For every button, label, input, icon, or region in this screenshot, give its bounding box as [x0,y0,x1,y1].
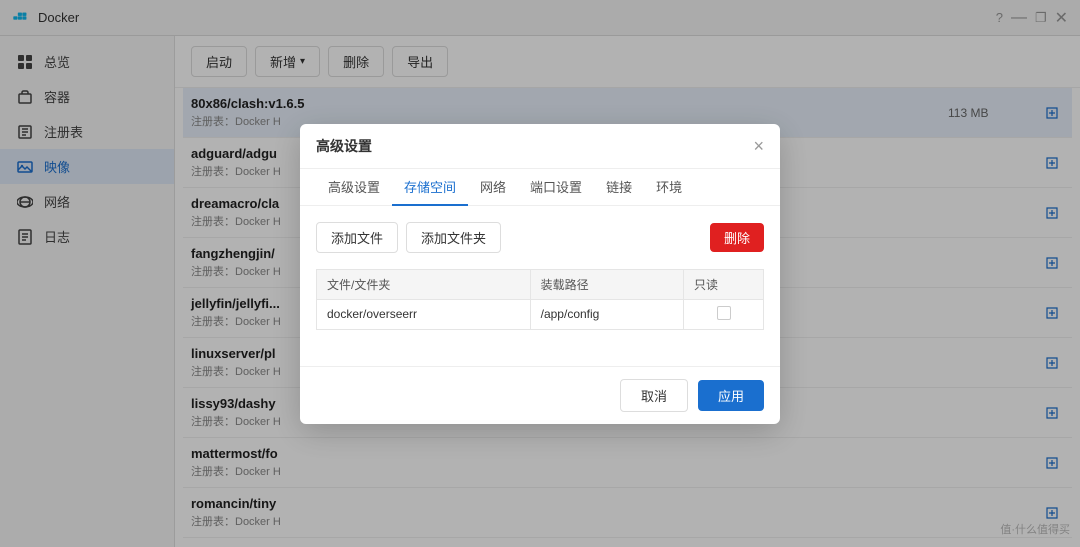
apply-button[interactable]: 应用 [698,380,764,411]
storage-readonly-0[interactable] [684,299,764,329]
dialog-tabs: 高级设置 存储空间 网络 端口设置 链接 环境 [300,169,780,206]
dialog-close-button[interactable]: × [753,137,764,155]
storage-table: 文件/文件夹 装载路径 只读 docker/overseerr /app/con… [316,269,764,330]
col-mount: 装载路径 [530,269,683,299]
modal-overlay: 高级设置 × 高级设置 存储空间 网络 端口设置 链接 环境 [0,0,1080,547]
cancel-button[interactable]: 取消 [620,379,688,412]
dialog-footer: 取消 应用 [300,366,780,424]
storage-row-0: docker/overseerr /app/config [317,299,764,329]
col-readonly: 只读 [684,269,764,299]
dialog-body: 添加文件 添加文件夹 删除 文件/文件夹 装载路径 只读 dock [300,206,780,366]
storage-path-0: docker/overseerr [317,299,531,329]
tab-port[interactable]: 端口设置 [518,169,594,206]
readonly-checkbox[interactable] [717,306,731,320]
tab-env[interactable]: 环境 [644,169,694,206]
add-folder-button[interactable]: 添加文件夹 [406,222,501,253]
delete-storage-button[interactable]: 删除 [710,223,764,252]
tab-link[interactable]: 链接 [594,169,644,206]
col-path: 文件/文件夹 [317,269,531,299]
storage-actions-row: 添加文件 添加文件夹 删除 [316,222,764,253]
dialog-header: 高级设置 × [300,124,780,169]
tab-advanced[interactable]: 高级设置 [316,169,392,206]
advanced-settings-dialog: 高级设置 × 高级设置 存储空间 网络 端口设置 链接 环境 [300,124,780,424]
add-file-button[interactable]: 添加文件 [316,222,398,253]
storage-mount-0: /app/config [530,299,683,329]
tab-storage[interactable]: 存储空间 [392,169,468,206]
dialog-title: 高级设置 [316,136,372,156]
tab-network[interactable]: 网络 [468,169,518,206]
